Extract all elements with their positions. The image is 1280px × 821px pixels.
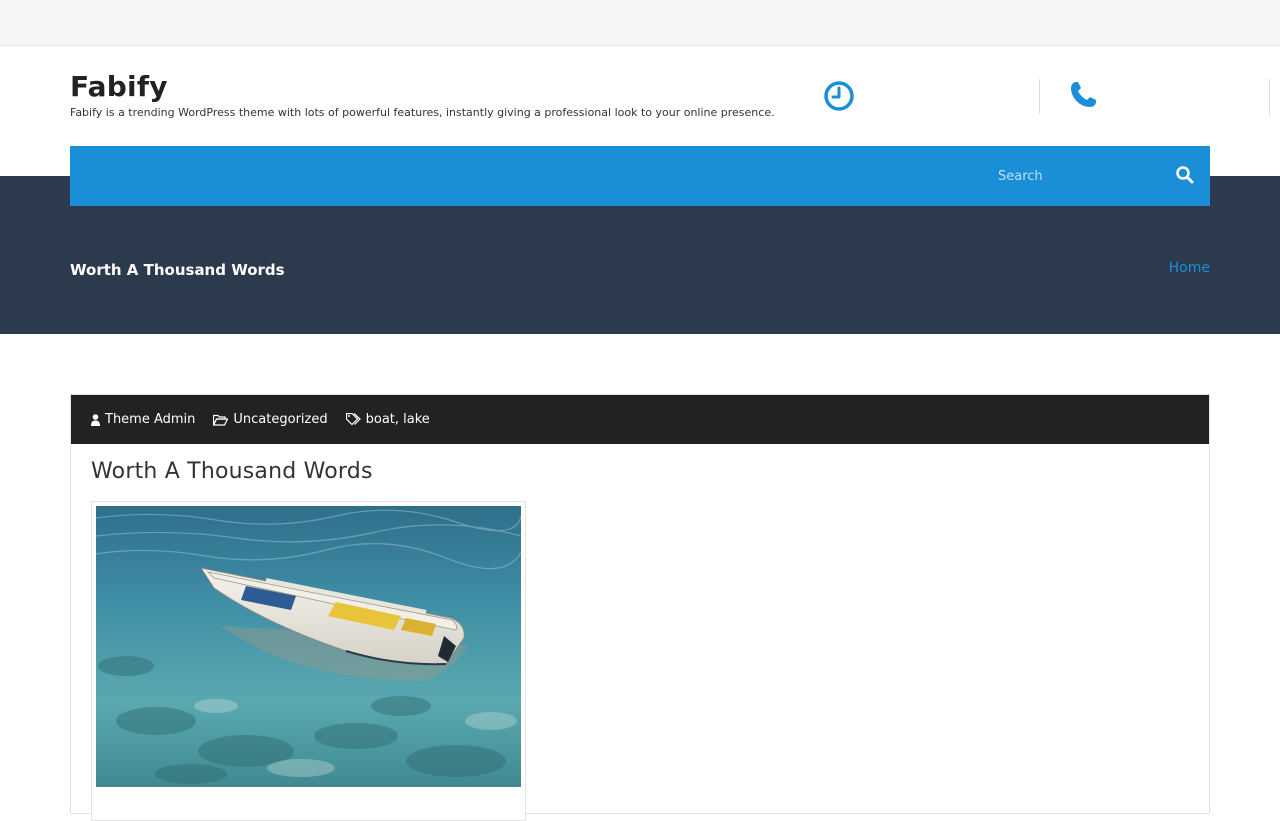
- breadcrumb-home-link[interactable]: Home: [1169, 260, 1210, 276]
- header-divider: [1039, 79, 1040, 114]
- boat-on-lake-image[interactable]: [96, 506, 521, 787]
- top-bar: [0, 0, 1280, 46]
- search-form: [978, 146, 1210, 206]
- category-link[interactable]: Uncategorized: [233, 412, 327, 427]
- featured-image-frame: [91, 501, 526, 821]
- search-button[interactable]: [1174, 165, 1196, 187]
- tag-link-boat[interactable]: boat: [366, 412, 395, 427]
- post-author: Theme Admin: [91, 412, 195, 427]
- site-tagline: Fabify is a trending WordPress theme wit…: [70, 106, 775, 119]
- clock-icon: [823, 80, 855, 112]
- post-tags: boat, lake: [345, 412, 430, 427]
- tag-link-lake[interactable]: lake: [403, 412, 430, 427]
- site-title[interactable]: Fabify: [70, 70, 168, 103]
- search-input[interactable]: [978, 146, 1158, 206]
- phone-icon: [1067, 79, 1099, 111]
- search-icon: [1176, 166, 1194, 184]
- post-card: Theme Admin Uncategorized boat, lake Wor…: [70, 394, 1210, 821]
- post-title[interactable]: Worth A Thousand Words: [91, 459, 373, 484]
- header-divider: [1269, 79, 1270, 114]
- tags-icon: [345, 413, 361, 426]
- user-icon: [91, 413, 100, 426]
- post-meta-bar: Theme Admin Uncategorized boat, lake: [71, 395, 1209, 444]
- author-link[interactable]: Theme Admin: [105, 412, 195, 427]
- post-category: Uncategorized: [213, 412, 328, 427]
- tag-separator: ,: [394, 412, 404, 427]
- main-navigation[interactable]: [70, 146, 978, 206]
- page-title: Worth A Thousand Words: [70, 261, 285, 279]
- folder-open-icon: [213, 414, 229, 426]
